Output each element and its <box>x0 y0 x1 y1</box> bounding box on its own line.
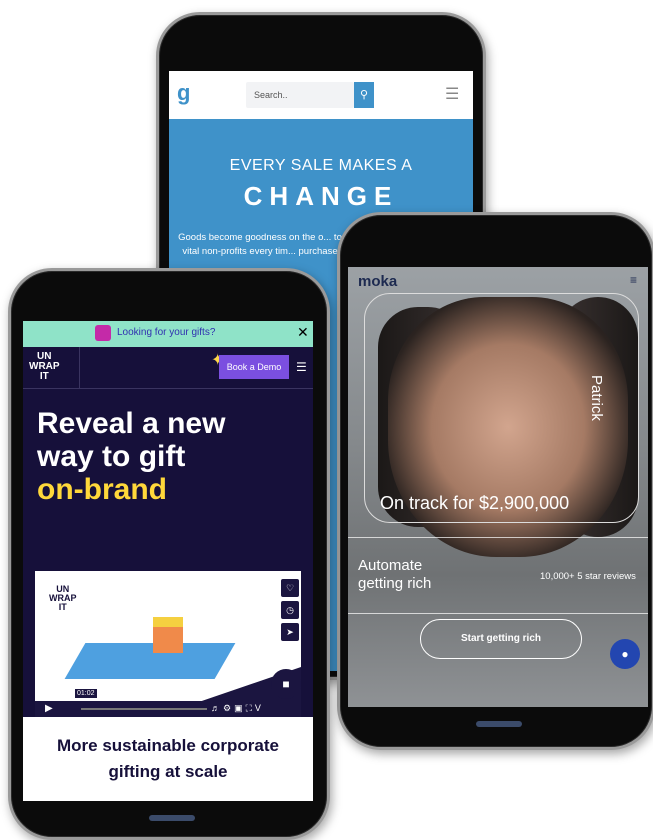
subheadline-section: More sustainable corporate gifting at sc… <box>23 717 313 801</box>
nav-divider <box>79 347 80 389</box>
hero-body-text: Goods become goodness on the o... to vit… <box>178 232 342 257</box>
start-getting-rich-button[interactable]: Start getting rich <box>420 619 582 659</box>
hero-line-2: CHANGE <box>243 181 399 211</box>
header-bar: g Search.. ⚲ ☰ <box>169 71 473 119</box>
chat-icon[interactable]: ■ <box>271 669 301 699</box>
unwrapit-screen: Looking for your gifts? ✕ UN WRAP IT ✦ B… <box>23 321 313 801</box>
home-indicator <box>149 815 195 821</box>
subheadline: More sustainable corporate gifting at sc… <box>23 733 313 785</box>
headline-highlight: on-brand <box>37 473 167 506</box>
player-controls-icons[interactable]: ♬⚙▣⛶V <box>211 703 264 714</box>
headline: Reveal a new way to gift <box>37 407 225 473</box>
clock-icon[interactable]: ◷ <box>281 601 299 619</box>
automate-line-2: getting rich <box>358 575 432 592</box>
divider <box>348 537 648 538</box>
video-logo: UN WRAP IT <box>49 585 77 612</box>
person-name: Patrick <box>588 375 605 421</box>
video-progress-bar[interactable] <box>81 708 207 710</box>
video-player[interactable]: UN WRAP IT ♡ ◷ ➤ ■ ▶ 01:02 ♬⚙▣⛶V <box>35 571 301 717</box>
automate-text: Automate getting rich <box>358 557 431 593</box>
moka-logo[interactable]: moka <box>358 273 397 290</box>
play-icon[interactable]: ▶ <box>45 703 53 714</box>
nav-bar: UN WRAP IT ✦ Book a Demo ☰ <box>23 347 313 389</box>
moka-screen: moka ≡ Patrick On track for $2,900,000 A… <box>348 267 648 707</box>
savings-track-text: On track for $2,900,000 <box>380 493 570 513</box>
gift-box-graphic <box>153 617 183 653</box>
headline-line-1: Reveal a new <box>37 407 226 440</box>
brand-logo-icon[interactable]: g <box>177 80 190 106</box>
menu-icon[interactable]: ≡ <box>630 273 637 287</box>
search-input[interactable]: Search.. <box>246 82 354 108</box>
reviews-count: 10,000+ 5 star reviews <box>540 571 636 582</box>
logo-line: IT <box>58 602 67 612</box>
automate-line-1: Automate <box>358 557 423 574</box>
logo-line: IT <box>39 371 49 382</box>
video-controls: ▶ 01:02 ♬⚙▣⛶V <box>35 689 301 717</box>
subheadline-line-1: More sustainable corporate <box>56 736 279 755</box>
chat-icon[interactable]: ● <box>610 639 640 669</box>
menu-icon[interactable]: ☰ <box>296 360 307 374</box>
headline-line-2: way to gift <box>37 440 186 473</box>
hero-line-1: EVERY SALE MAKES A <box>229 157 413 174</box>
phone-left: Looking for your gifts? ✕ UN WRAP IT ✦ B… <box>8 268 330 840</box>
like-icon[interactable]: ♡ <box>281 579 299 597</box>
gift-banner[interactable]: Looking for your gifts? ✕ <box>23 321 313 347</box>
banner-text[interactable]: Looking for your gifts? <box>117 327 215 338</box>
book-demo-button[interactable]: Book a Demo <box>219 355 289 379</box>
conveyor-belt-graphic <box>64 643 236 679</box>
video-time: 01:02 <box>75 689 97 698</box>
search-icon: ⚲ <box>359 89 369 101</box>
share-icon[interactable]: ➤ <box>281 623 299 641</box>
divider <box>348 613 648 614</box>
close-icon[interactable]: ✕ <box>297 324 309 341</box>
search-button[interactable]: ⚲ <box>354 82 374 108</box>
menu-icon[interactable]: ☰ <box>445 84 459 104</box>
unwrapit-logo[interactable]: UN WRAP IT <box>29 352 60 382</box>
gift-icon <box>95 325 111 341</box>
subheadline-line-2: gifting at scale <box>108 762 228 781</box>
home-indicator <box>476 721 522 727</box>
phone-right: moka ≡ Patrick On track for $2,900,000 A… <box>337 212 653 750</box>
